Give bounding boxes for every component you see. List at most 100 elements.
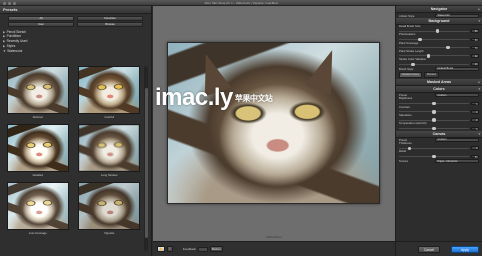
collapse-icon: ▾ <box>478 86 480 91</box>
watermark: imac.ly 苹果中文站 <box>155 84 273 112</box>
preset-caption: Detailed <box>32 173 43 177</box>
slider-knob[interactable] <box>411 62 415 66</box>
area-tabs: Detailed Areas Masked <box>396 71 482 79</box>
slider-knob[interactable] <box>446 45 450 50</box>
preset-thumb-long-strokes[interactable]: Long Strokes <box>78 124 142 177</box>
all-presets-button[interactable]: All <box>8 16 74 21</box>
slider-track[interactable] <box>399 101 469 106</box>
preset-thumbnails: Abstract Colorful Detailed Long Strokes … <box>6 66 141 235</box>
slider-value-field[interactable]: 0 <box>471 110 479 114</box>
preset-caption: Low Coverage <box>28 231 47 235</box>
slider-knob[interactable] <box>432 154 436 159</box>
slider-track[interactable] <box>399 126 469 131</box>
slider-knob[interactable] <box>426 54 431 58</box>
disclosure-triangle-open-icon: ▼ <box>3 48 6 53</box>
slider-value-field[interactable]: 0 <box>471 118 479 122</box>
slider-knob[interactable] <box>432 101 436 106</box>
texture-dropdown[interactable]: Paper, cold press <box>435 159 479 164</box>
preset-thumb-detailed[interactable]: Detailed <box>6 124 70 177</box>
slider-value-field[interactable]: 50 <box>471 29 479 33</box>
preset-category-list: ▶ Pencil Sketch ▶ Pointillism ▶ Recently Us… <box>0 29 151 55</box>
masked-areas-section-header[interactable]: Masked Areas ▸ <box>396 78 482 86</box>
feedback-label: Feedback <box>182 247 196 251</box>
slider-knob[interactable] <box>407 146 412 150</box>
preset-preview-image <box>6 66 69 114</box>
slider-track[interactable] <box>399 37 469 42</box>
preview-canvas: imac.ly 苹果中文站 1600x1200 px <box>153 6 395 241</box>
preset-category-label: Watercolor <box>7 48 23 53</box>
slider-knob[interactable] <box>432 118 436 122</box>
watermark-zh-text: 苹果中文站 <box>234 94 273 104</box>
slider-value-field[interactable]: 0 <box>471 126 479 130</box>
preset-thumb-low-coverage[interactable]: Low Coverage <box>6 182 70 235</box>
preset-preview-image <box>78 124 141 172</box>
slider-track[interactable] <box>399 118 469 122</box>
slider-track[interactable] <box>399 29 469 33</box>
brush-style-row: Brush Style Default Brush <box>396 66 482 71</box>
artistic-style-dropdown[interactable]: Watercolor <box>435 13 479 18</box>
preset-caption: Long Strokes <box>101 173 118 177</box>
texture-label: Texture <box>399 159 409 164</box>
navigator-title: Navigator <box>430 7 448 11</box>
zoom-tool-button[interactable]: ⌕ <box>166 246 173 252</box>
cancel-button[interactable]: Cancel <box>418 246 440 253</box>
dialog-buttons: Cancel Apply <box>396 241 482 256</box>
hand-tool-button[interactable]: ✋ <box>157 246 165 252</box>
brush-style-dropdown[interactable]: Default Brush <box>435 66 479 71</box>
before-button[interactable]: Before <box>209 246 223 252</box>
preset-preview-image <box>78 182 141 230</box>
colors-section-header[interactable]: Colors ▾ <box>396 85 482 93</box>
slider-track[interactable] <box>399 45 469 50</box>
preset-caption: Abstract <box>32 115 43 119</box>
navigator-header[interactable]: Navigator ▸ <box>396 6 482 13</box>
user-presets-button[interactable]: User <box>8 22 74 27</box>
slider-value-field[interactable]: 70 <box>471 45 479 50</box>
slider-track[interactable] <box>399 146 469 150</box>
preset-caption: Vignette <box>104 231 115 235</box>
canvas-section-header[interactable]: Canvas ▾ <box>396 130 482 138</box>
slider-value-field[interactable]: 0 <box>471 146 479 150</box>
presets-scrollbar[interactable] <box>144 66 148 251</box>
section-title: Background <box>428 19 450 23</box>
color-controls: Brightness 0 Contrast 0 Saturation 0 Temperatu… <box>396 97 482 130</box>
slider-knob[interactable] <box>432 126 436 131</box>
colors-preset-dropdown[interactable]: Custom <box>435 93 479 98</box>
preview-image[interactable] <box>167 42 380 204</box>
browse-button[interactable]: Browse <box>77 22 143 27</box>
zoom-select[interactable] <box>197 246 208 252</box>
slider-value-field[interactable]: 42 <box>471 54 479 58</box>
scrollbar-thumb[interactable] <box>144 88 148 238</box>
slider-track[interactable] <box>399 62 469 66</box>
slider-value-field[interactable]: 50 <box>471 154 479 159</box>
preset-preview-image <box>78 66 141 114</box>
collapse-icon: ▸ <box>478 79 480 84</box>
preset-thumb-vignette[interactable]: Vignette <box>78 182 142 235</box>
window-title: Alien Skin Snap Art 4 – Watercolor | Vig… <box>204 1 278 5</box>
slider-track[interactable] <box>399 54 469 58</box>
preset-caption: Colorful <box>104 115 115 119</box>
watermark-text: imac.ly <box>155 84 233 111</box>
apply-button[interactable]: Apply <box>451 246 479 253</box>
preset-filter-buttons: All Favorites User Browse <box>0 14 151 29</box>
background-section-header[interactable]: Background ▾ <box>396 18 482 25</box>
preset-thumb-colorful[interactable]: Colorful <box>78 66 142 119</box>
preset-thumb-abstract[interactable]: Abstract <box>6 66 70 119</box>
collapse-icon: ▾ <box>478 19 480 23</box>
slider-knob[interactable] <box>435 29 440 33</box>
slider-track[interactable] <box>399 154 469 159</box>
slider-track[interactable] <box>399 110 469 114</box>
slider-knob[interactable] <box>418 37 422 42</box>
canvas-preset-dropdown[interactable]: Custom <box>435 137 479 142</box>
tab-detailed-areas[interactable]: Detailed Areas <box>399 71 422 78</box>
slider-value-field[interactable]: 20 <box>471 62 479 66</box>
tab-masked[interactable]: Masked <box>423 71 439 78</box>
canvas-controls: Thickness 0 Relief 50 <box>396 141 482 159</box>
favorites-button[interactable]: Favorites <box>77 16 143 21</box>
slider-value-field[interactable]: 0 <box>471 101 479 106</box>
slider-value-field[interactable]: 30 <box>471 37 479 41</box>
preset-category-watercolor[interactable]: ▼ Watercolor <box>3 49 148 54</box>
preset-preview-image <box>6 124 69 172</box>
background-controls: Detail Brush Size 50 Photorealism 30 Paint C… <box>396 24 482 66</box>
section-title: Masked Areas <box>426 79 452 84</box>
slider-knob[interactable] <box>432 110 436 114</box>
